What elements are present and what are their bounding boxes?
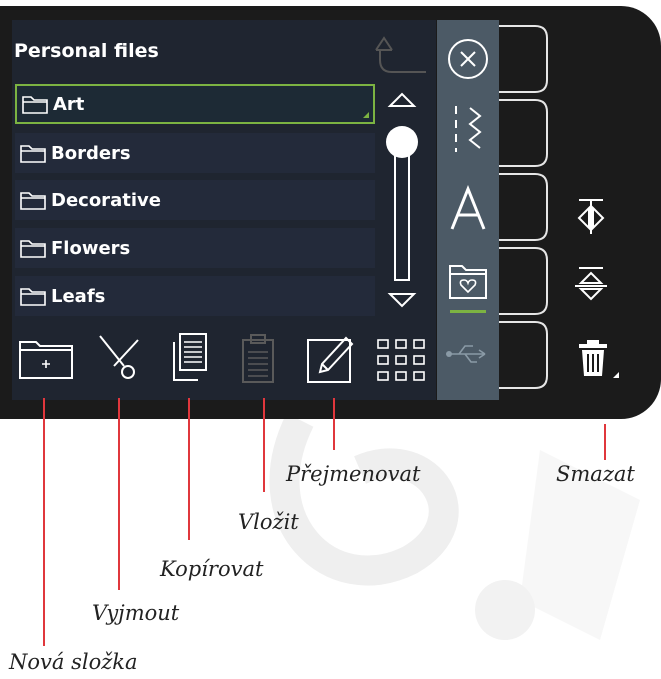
grid-view-icon[interactable] — [376, 332, 428, 384]
list-item-label: Art — [53, 93, 85, 115]
list-item-label: Leafs — [51, 285, 106, 307]
pencil-icon[interactable] — [306, 332, 358, 384]
trash-icon[interactable] — [573, 336, 621, 380]
callout-label-vlozit: Vložit — [238, 510, 299, 534]
paste-icon[interactable] — [240, 332, 276, 384]
callout-label-nova-slozka: Nová složka — [9, 650, 138, 674]
callout-line-vlozit — [263, 398, 265, 492]
folder-icon — [22, 96, 48, 114]
callout-label-vyjmout: Vyjmout — [92, 601, 180, 625]
folder-up-icon[interactable] — [370, 30, 430, 80]
stitch-button[interactable] — [437, 100, 499, 156]
list-item-label: Flowers — [51, 237, 131, 259]
callout-label-prejmenovat: Přejmenovat — [286, 462, 421, 486]
close-button[interactable] — [437, 34, 499, 84]
copy-icon[interactable] — [170, 332, 210, 384]
menu-tabs[interactable] — [499, 22, 551, 398]
list-item-borders[interactable]: Borders — [15, 133, 375, 173]
list-item-label: Decorative — [51, 189, 161, 211]
usb-icon — [446, 345, 486, 363]
mirror-side-to-side-icon[interactable] — [573, 196, 609, 236]
scroll-thumb — [386, 126, 418, 158]
list-item-leafs[interactable]: Leafs — [15, 276, 375, 316]
folder-icon — [20, 288, 46, 306]
close-icon — [448, 39, 488, 79]
personal-files-button[interactable] — [437, 258, 499, 316]
list-item-label: Borders — [51, 142, 131, 164]
folder-icon — [20, 240, 46, 258]
callout-label-smazat: Smazat — [556, 462, 635, 486]
callout-line-nova-slozka — [43, 398, 45, 646]
list-item-decorative[interactable]: Decorative — [15, 180, 375, 220]
callout-line-kopirovat — [188, 398, 190, 540]
stitch-icon — [455, 106, 482, 152]
new-folder-icon[interactable] — [18, 332, 74, 380]
mirror-end-to-end-icon[interactable] — [573, 264, 609, 306]
folder-icon — [20, 192, 46, 210]
callout-line-prejmenovat — [333, 398, 335, 450]
list-item-art[interactable]: Art — [15, 84, 375, 124]
page-title: Personal files — [14, 40, 159, 62]
scroll-down-icon — [387, 293, 417, 308]
scissors-icon[interactable] — [94, 332, 144, 382]
folder-icon — [20, 145, 46, 163]
font-a-icon — [450, 185, 486, 230]
callout-line-vyjmout — [118, 398, 120, 590]
callout-line-smazat — [604, 424, 606, 460]
scrollbar[interactable] — [384, 88, 420, 310]
scroll-up-icon — [387, 92, 417, 107]
selection-corner-indicator — [363, 112, 369, 118]
font-button[interactable] — [437, 180, 499, 236]
callout-label-kopirovat: Kopírovat — [160, 557, 264, 581]
heart-folder-icon — [449, 265, 487, 313]
usb-button[interactable] — [437, 334, 499, 374]
list-item-flowers[interactable]: Flowers — [15, 228, 375, 268]
